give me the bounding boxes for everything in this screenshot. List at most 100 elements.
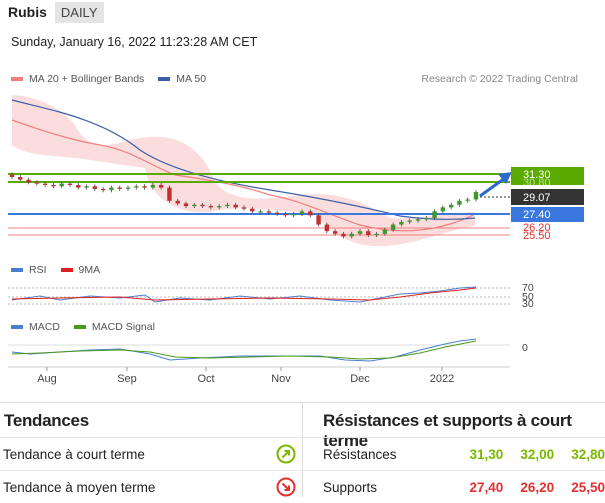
candle-body (76, 184, 81, 188)
candle-body (18, 177, 23, 180)
support-value-2: 26,20 (520, 479, 555, 495)
label-r2: 30.80 (523, 177, 551, 189)
resistance-value-2: 32,00 (520, 446, 555, 462)
legend-macd: MACD (11, 321, 60, 333)
candle-body (440, 207, 446, 212)
candle-body (158, 184, 164, 188)
candle-body (200, 204, 205, 207)
candle-body (92, 186, 98, 189)
candle-body (407, 220, 412, 222)
candle-body (51, 184, 56, 187)
candle-body (299, 211, 305, 214)
trend-medium-label: Tendance à moyen terme (3, 479, 156, 495)
candle-body (34, 182, 40, 184)
legend-rsi: RSI (11, 264, 47, 276)
x-tick-label: Oct (197, 373, 214, 385)
arrow-up-right-icon (276, 444, 296, 464)
candle-body (9, 174, 15, 178)
candle-body (208, 206, 214, 208)
x-tick-label: 2022 (430, 373, 454, 385)
candle-body (341, 233, 346, 237)
resistance-value-1: 31,30 (469, 446, 504, 462)
label-s1: 27.40 (523, 209, 551, 221)
candle-body (274, 212, 280, 214)
period-badge[interactable]: DAILY (54, 1, 104, 23)
candle-body (134, 186, 139, 188)
candle-body (150, 184, 156, 188)
candle-body (225, 204, 230, 207)
candle-body (324, 224, 330, 232)
candle-body (258, 211, 263, 213)
candle-body (316, 215, 321, 225)
candle-body (457, 200, 462, 205)
research-credit: Research © 2022 Trading Central (421, 73, 578, 85)
x-tick-label: Sep (117, 373, 137, 385)
x-tick-label: Nov (271, 373, 291, 385)
candle-body (175, 200, 180, 204)
supports-row: Supports 27,40 26,20 25,50 (303, 470, 605, 503)
price-legend: MA 20 + Bollinger Bands MA 50 (11, 73, 220, 85)
candle-body (109, 187, 114, 191)
candle-body (266, 211, 272, 213)
candle-body (390, 224, 396, 230)
candle-body (357, 231, 363, 234)
rsi-legend: RSI 9MA (11, 264, 114, 276)
candle-body (233, 204, 238, 208)
candle-body (349, 233, 354, 237)
candle-body (192, 204, 197, 207)
summary-section: Tendances Tendance à court terme Tendanc… (0, 402, 605, 497)
resistances-label: Résistances (323, 446, 397, 462)
macd-tick-0: 0 (522, 342, 528, 354)
chart-header: Rubis DAILY (0, 0, 310, 24)
candle-body (424, 217, 429, 220)
legend-ma50: MA 50 (158, 73, 206, 85)
instrument-title: Rubis (8, 4, 47, 20)
rsi-tick-30: 30 (522, 298, 534, 310)
legend-macd-signal: MACD Signal (73, 321, 155, 333)
legend-rsi-9ma: 9MA (60, 264, 100, 276)
candle-body (415, 219, 421, 221)
rs-panel: Résistances et supports à court terme Ré… (303, 403, 605, 497)
candle-body (59, 183, 64, 187)
candle-body (291, 214, 296, 216)
candle-body (84, 186, 89, 188)
candle-body (125, 187, 131, 189)
candle-body (332, 231, 338, 234)
candle-body (432, 211, 437, 218)
candle-body (67, 183, 73, 185)
candle-body (382, 229, 388, 234)
candle-body (216, 206, 222, 208)
candle-body (473, 191, 479, 200)
candle-body (117, 187, 122, 189)
support-value-3: 25,50 (571, 479, 605, 495)
supports-label: Supports (323, 479, 378, 495)
candle-body (183, 203, 189, 207)
candle-body (465, 199, 470, 201)
candle-body (308, 211, 313, 216)
tendances-panel: Tendances Tendance à court terme Tendanc… (0, 403, 303, 497)
trend-short-row: Tendance à court terme (0, 437, 302, 470)
bollinger-band (12, 95, 475, 247)
trend-medium-row: Tendance à moyen terme (0, 470, 302, 503)
candle-body (42, 183, 48, 185)
candle-body (142, 186, 147, 188)
candle-body (283, 214, 288, 216)
trend-short-label: Tendance à court terme (3, 446, 145, 462)
candle-body (26, 179, 31, 183)
candle-body (241, 207, 247, 209)
macd-line (11, 338, 477, 362)
candle-body (250, 208, 255, 212)
candle-body (399, 221, 404, 225)
forecast-arrow-line (479, 176, 506, 198)
label-s3: 25.50 (523, 230, 551, 242)
support-value-1: 27,40 (469, 479, 504, 495)
candle-body (448, 204, 454, 208)
resistances-row: Résistances 31,30 32,00 32,80 (303, 437, 605, 470)
rsi-line (11, 286, 477, 303)
x-tick-label: Dec (350, 373, 370, 385)
candle-body (366, 231, 371, 236)
candle-body (100, 188, 106, 191)
macd-legend: MACD MACD Signal (11, 321, 169, 333)
x-axis-ticks: Aug Sep Oct Nov Dec 2022 (37, 367, 454, 385)
candle-body (167, 187, 172, 201)
